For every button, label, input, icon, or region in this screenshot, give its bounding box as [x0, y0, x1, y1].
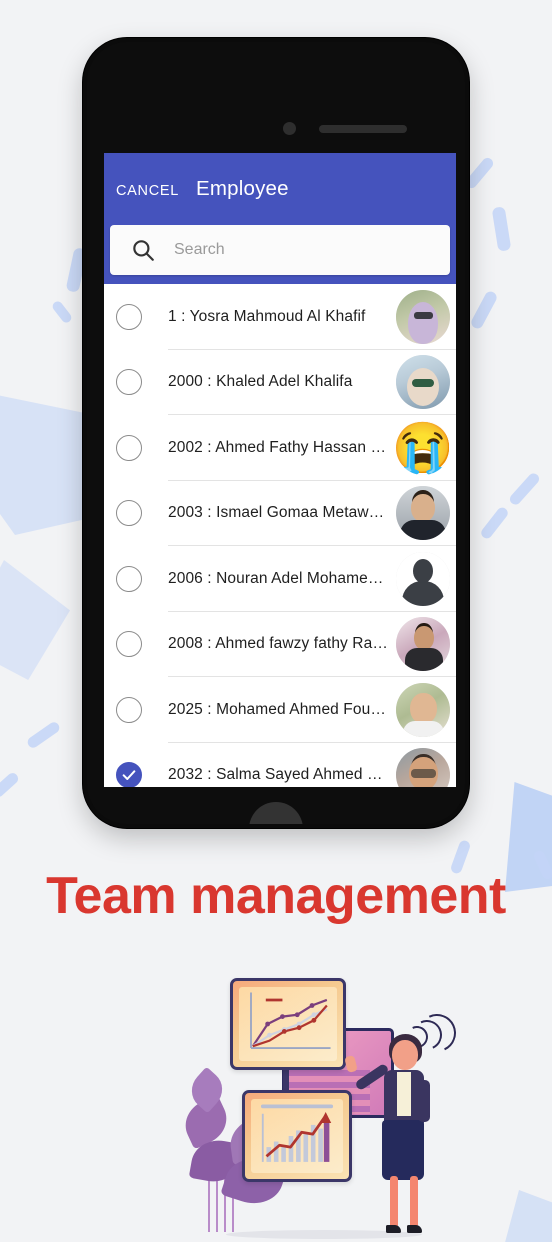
woman-leg — [410, 1176, 418, 1228]
row-radio-unchecked[interactable] — [116, 369, 142, 396]
list-item-label: 2000 : Khaled Adel Khalifa — [168, 373, 353, 391]
list-item[interactable]: 2003 : Ismael Gomaa Metawe... — [104, 481, 456, 546]
woman-shoe — [407, 1225, 422, 1233]
list-item-label: 2025 : Mohamed Ahmed Fouli ... — [168, 700, 388, 718]
illustration-team-management — [177, 962, 462, 1242]
background-dash — [25, 720, 62, 750]
line-chart-panel — [230, 978, 346, 1070]
woman-leg — [390, 1176, 398, 1228]
avatar — [396, 289, 450, 344]
list-item-label: 1 : Yosra Mahmoud Al Khafif — [168, 307, 366, 325]
woman-shoe — [386, 1225, 401, 1233]
background-polygon — [505, 1190, 552, 1242]
background-dash — [507, 471, 542, 507]
list-item-label: 2002 : Ahmed Fathy Hassan O... — [168, 438, 388, 456]
search-bar[interactable] — [110, 225, 450, 275]
phone-device: CANCEL Employee Search 1: Yosra Mahmoud… — [83, 38, 469, 828]
app-screen: CANCEL Employee Search 1: Yosra Mahmoud… — [104, 153, 456, 787]
background-dash — [491, 206, 512, 252]
background-polygon — [0, 560, 70, 680]
avatar — [396, 617, 450, 672]
woman-skirt — [382, 1120, 424, 1180]
search-icon — [130, 237, 156, 263]
list-item-label: 2003 : Ismael Gomaa Metawe... — [168, 504, 388, 522]
avatar — [396, 682, 450, 737]
list-item[interactable]: 1 : Yosra Mahmoud Al Khafif — [104, 284, 456, 350]
cancel-button[interactable]: CANCEL — [116, 183, 179, 199]
line-chart-area — [239, 987, 337, 1061]
avatar — [396, 748, 450, 787]
earpiece-speaker — [319, 125, 407, 133]
list-item[interactable]: 2000 : Khaled Adel Khalifa — [104, 350, 456, 415]
list-item[interactable]: 2002 : Ahmed Fathy Hassan O... 😭 — [104, 415, 456, 481]
pleading-face-icon: 😭 — [396, 420, 450, 475]
search-input[interactable] — [174, 241, 440, 259]
avatar — [396, 355, 450, 410]
background-dash — [50, 299, 74, 325]
bar-chart-panel — [242, 1090, 352, 1182]
bar-chart-svg — [260, 1104, 334, 1162]
row-radio-unchecked[interactable] — [116, 500, 142, 527]
row-radio-unchecked[interactable] — [116, 303, 142, 330]
check-icon — [122, 770, 136, 781]
avatar — [396, 486, 450, 541]
row-radio-unchecked[interactable] — [116, 565, 142, 592]
background-dash — [0, 770, 21, 800]
list-item[interactable]: 2008 : Ahmed fawzy fathy Ras... — [104, 612, 456, 677]
list-item[interactable]: 2006 : Nouran Adel Mohamed ... — [104, 546, 456, 612]
app-bar: CANCEL Employee — [104, 153, 456, 225]
list-item-label: 2032 : Salma Sayed Ahmed Shi... — [168, 766, 388, 784]
bar-chart-area — [251, 1099, 343, 1173]
list-item-selected[interactable]: 2032 : Salma Sayed Ahmed Shi... — [104, 743, 456, 787]
home-button[interactable] — [249, 802, 303, 824]
woman-shirt — [397, 1072, 411, 1116]
row-radio-unchecked[interactable] — [116, 434, 142, 461]
row-radio-checked[interactable] — [116, 762, 142, 787]
list-item[interactable]: 2025 : Mohamed Ahmed Fouli ... — [104, 677, 456, 743]
line-chart-svg — [250, 992, 331, 1049]
woman-head — [392, 1040, 418, 1070]
employee-list[interactable]: 1 : Yosra Mahmoud Al Khafif 2000 : Khale… — [104, 284, 456, 787]
headline: Team management — [46, 867, 506, 925]
avatar-placeholder — [396, 551, 450, 606]
search-container — [104, 225, 456, 284]
background-dash — [469, 289, 499, 331]
row-radio-unchecked[interactable] — [116, 696, 142, 723]
list-item-label: 2006 : Nouran Adel Mohamed ... — [168, 569, 388, 587]
page-root: CANCEL Employee Search 1: Yosra Mahmoud… — [0, 0, 552, 1242]
avatar: 😭 — [396, 420, 450, 475]
page-title: Employee — [196, 177, 289, 200]
background-dash — [479, 505, 510, 541]
front-camera-icon — [283, 122, 296, 135]
phone-body: CANCEL Employee Search 1: Yosra Mahmoud… — [87, 42, 465, 824]
list-item-label: 2008 : Ahmed fawzy fathy Ras... — [168, 635, 388, 653]
woman-hip-arm — [418, 1080, 430, 1122]
row-radio-unchecked[interactable] — [116, 631, 142, 658]
